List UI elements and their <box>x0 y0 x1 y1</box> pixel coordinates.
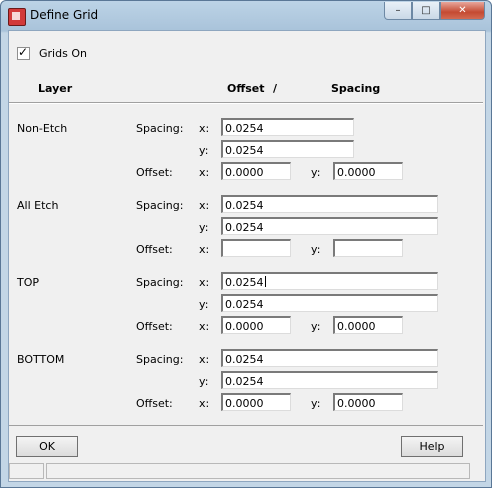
x-label: x: <box>199 320 210 333</box>
help-button[interactable]: Help <box>401 436 463 457</box>
spacing-y-input[interactable]: 0.0254 <box>221 371 438 389</box>
spacing-y-input[interactable]: 0.0254 <box>221 140 354 158</box>
spacing-y-input[interactable]: 0.0254 <box>221 294 438 312</box>
x-label: x: <box>199 243 210 256</box>
offset-y-input[interactable]: 0.0000 <box>333 162 403 180</box>
y-label: y: <box>199 298 209 311</box>
spacing-x-input[interactable]: 0.0254 <box>221 349 438 367</box>
window-title: Define Grid <box>30 8 99 22</box>
x-label: x: <box>199 276 210 289</box>
x-label: x: <box>199 199 210 212</box>
offset-label: Offset: <box>136 243 173 256</box>
checkbox-check-icon[interactable] <box>17 45 30 60</box>
spacing-label: Spacing: <box>136 276 184 289</box>
header-offset: Offset <box>227 82 265 95</box>
grids-on-checkbox[interactable]: Grids On <box>17 45 87 60</box>
minimize-button[interactable]: – <box>384 2 412 20</box>
y-label: y: <box>199 375 209 388</box>
y-label: y: <box>311 397 321 410</box>
caption-buttons: – □ ✕ <box>384 2 485 20</box>
header-slash: / <box>273 82 278 95</box>
y-label: y: <box>311 243 321 256</box>
y-label: y: <box>311 320 321 333</box>
offset-label: Offset: <box>136 397 173 410</box>
spacing-label: Spacing: <box>136 122 184 135</box>
app-icon <box>8 8 26 26</box>
title-bar[interactable]: Define Grid – □ ✕ <box>1 1 491 29</box>
spacing-x-input[interactable]: 0.0254 <box>221 195 438 213</box>
y-label: y: <box>199 221 209 234</box>
layer-name: TOP <box>17 276 40 289</box>
status-bar <box>9 461 485 481</box>
close-icon: ✕ <box>458 5 467 16</box>
layer-name: Non-Etch <box>17 122 68 135</box>
layer-name: All Etch <box>17 199 59 212</box>
grids-on-label: Grids On <box>39 47 87 60</box>
header-spacing: Spacing <box>331 82 381 95</box>
dialog-client: Grids On Layer Offset / Spacing Non-Etch… <box>8 30 486 482</box>
layers-panel: Non-Etch Spacing: x: 0.0254 y: 0.0254 Of… <box>9 102 483 426</box>
offset-x-input[interactable] <box>221 239 291 257</box>
define-grid-window: Define Grid – □ ✕ Grids On Layer Offset … <box>0 0 492 488</box>
offset-label: Offset: <box>136 166 173 179</box>
status-segment <box>46 463 470 479</box>
x-label: x: <box>199 353 210 366</box>
y-label: y: <box>311 166 321 179</box>
header-layer: Layer <box>38 82 73 95</box>
spacing-x-input-focused[interactable]: 0.0254 <box>221 272 438 290</box>
offset-label: Offset: <box>136 320 173 333</box>
maximize-button[interactable]: □ <box>412 2 440 20</box>
maximize-icon: □ <box>421 5 431 16</box>
x-label: x: <box>199 166 210 179</box>
offset-x-input[interactable]: 0.0000 <box>221 316 291 334</box>
y-label: y: <box>199 144 209 157</box>
text-caret <box>264 276 266 287</box>
x-label: x: <box>199 122 210 135</box>
layer-name: BOTTOM <box>17 353 65 366</box>
spacing-x-value: 0.0254 <box>225 276 264 289</box>
offset-y-input[interactable] <box>333 239 403 257</box>
spacing-label: Spacing: <box>136 353 184 366</box>
spacing-x-input[interactable]: 0.0254 <box>221 118 354 136</box>
close-button[interactable]: ✕ <box>440 2 485 20</box>
ok-button[interactable]: OK <box>16 436 78 457</box>
offset-y-input[interactable]: 0.0000 <box>333 316 403 334</box>
offset-x-input[interactable]: 0.0000 <box>221 393 291 411</box>
offset-y-input[interactable]: 0.0000 <box>333 393 403 411</box>
spacing-label: Spacing: <box>136 199 184 212</box>
offset-x-input[interactable]: 0.0000 <box>221 162 291 180</box>
spacing-y-input[interactable]: 0.0254 <box>221 217 438 235</box>
x-label: x: <box>199 397 210 410</box>
minimize-icon: – <box>395 5 401 16</box>
status-segment <box>9 463 44 479</box>
